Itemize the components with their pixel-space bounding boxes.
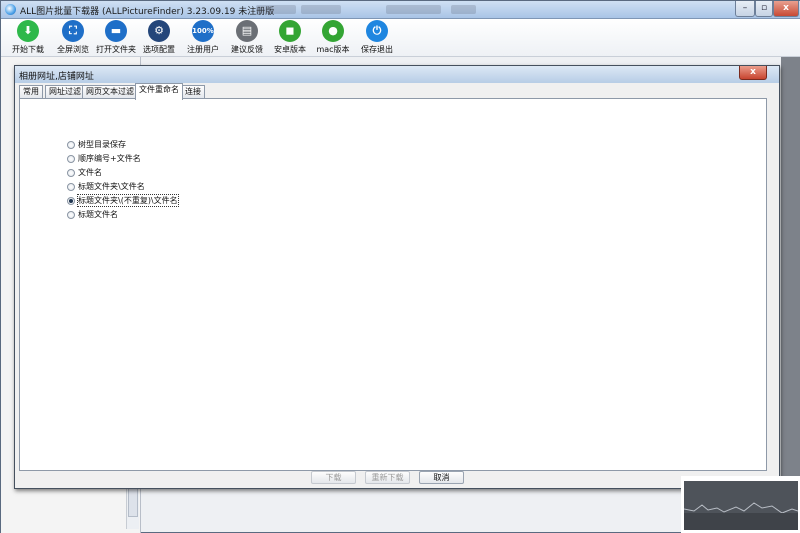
open-folder-button[interactable]: ▬ 打开文件夹 (95, 20, 137, 56)
save-exit-button[interactable]: ⏻ 保存退出 (358, 20, 396, 56)
cancel-button[interactable]: 取消 (419, 471, 464, 484)
toolbar-button-label: 全屏浏览 (57, 45, 89, 54)
title-bar-ghost-text (451, 5, 476, 14)
rename-option-sequence-filename[interactable]: 顺序编号+文件名 (67, 153, 141, 165)
preview-landscape-graphic (684, 502, 798, 530)
image-preview-thumbnail (681, 476, 800, 533)
tab-connection[interactable]: 连接 (181, 85, 205, 99)
feedback-button[interactable]: ▤ 建议反馈 (228, 20, 266, 56)
toolbar-button-label: 开始下载 (12, 45, 44, 54)
start-download-button[interactable]: ⬇ 开始下载 (9, 20, 47, 56)
tab-url-filter[interactable]: 网址过滤 (45, 85, 85, 99)
gear-icon: ⚙ (148, 20, 170, 42)
option-label: 标题文件名 (78, 210, 118, 219)
minimize-button[interactable]: – (735, 1, 755, 17)
fullscreen-browse-button[interactable]: ⛶ 全屏浏览 (53, 20, 93, 56)
radio-button[interactable] (67, 154, 75, 163)
option-label: 树型目录保存 (78, 140, 126, 149)
tab-file-rename[interactable]: 文件重命名 (135, 83, 183, 100)
close-button[interactable]: x (773, 1, 799, 17)
android-icon: ◼ (279, 20, 301, 42)
apple-icon: ● (322, 20, 344, 42)
settings-dialog: 相册网址,店铺网址 x 常用 网址过滤 网页文本过滤 文件重命名 连接 树型目录… (14, 65, 780, 489)
toolbar-button-label: 保存退出 (361, 45, 393, 54)
preview-image (684, 481, 798, 530)
rename-option-title-folder-unique-filename[interactable]: 标题文件夹\(不重复)\文件名 (67, 194, 179, 207)
redownload-button[interactable]: 重新下载 (365, 471, 410, 484)
radio-button[interactable] (67, 140, 75, 149)
window-title: ALL图片批量下载器 (ALLPictureFinder) 3.23.09.19… (20, 7, 275, 17)
right-background-area (781, 57, 800, 477)
chat-icon: ▤ (236, 20, 258, 42)
dialog-title: 相册网址,店铺网址 (19, 72, 94, 82)
option-label: 文件名 (78, 168, 102, 177)
title-bar[interactable]: ALL图片批量下载器 (ALLPictureFinder) 3.23.09.19… (1, 1, 800, 19)
toolbar-button-label: 建议反馈 (231, 45, 263, 54)
mac-version-button[interactable]: ● mac版本 (314, 20, 352, 56)
preview-ground (684, 513, 798, 530)
title-bar-ghost-text (386, 5, 441, 14)
register-user-button[interactable]: 100% 注册用户 (184, 20, 222, 56)
rename-option-filename[interactable]: 文件名 (67, 167, 102, 179)
tab-page-text-filter[interactable]: 网页文本过滤 (82, 85, 138, 99)
title-bar-ghost-text (256, 5, 296, 14)
toolbar: ⬇ 开始下载 ⛶ 全屏浏览 ▬ 打开文件夹 ⚙ 选项配置 100% 注册用户 ▤… (1, 19, 800, 57)
download-icon: ⬇ (17, 20, 39, 42)
radio-button[interactable] (67, 210, 75, 219)
fullscreen-icon: ⛶ (62, 20, 84, 42)
options-config-button[interactable]: ⚙ 选项配置 (140, 20, 178, 56)
badge-100-icon: 100% (192, 20, 214, 42)
tab-general[interactable]: 常用 (19, 85, 43, 99)
maximize-button[interactable]: ▫ (755, 1, 773, 17)
toolbar-button-label: mac版本 (316, 45, 350, 54)
rename-option-title-filename[interactable]: 标题文件名 (67, 209, 118, 221)
radio-button[interactable] (67, 168, 75, 177)
rename-option-title-folder-filename[interactable]: 标题文件夹\文件名 (67, 181, 145, 193)
power-icon: ⏻ (366, 20, 388, 42)
rename-option-tree-directory[interactable]: 树型目录保存 (67, 139, 126, 151)
option-label: 顺序编号+文件名 (78, 154, 141, 163)
download-button[interactable]: 下载 (311, 471, 356, 484)
android-version-button[interactable]: ◼ 安卓版本 (271, 20, 309, 56)
file-rename-panel: 树型目录保存 顺序编号+文件名 文件名 标题文件夹\文件名 标题文件夹\(不重复… (19, 98, 767, 471)
radio-button[interactable] (67, 182, 75, 191)
toolbar-button-label: 选项配置 (143, 45, 175, 54)
toolbar-button-label: 安卓版本 (274, 45, 306, 54)
option-label: 标题文件夹\(不重复)\文件名 (77, 194, 179, 207)
preview-ridge-line (684, 502, 798, 514)
dialog-title-bar[interactable]: 相册网址,店铺网址 x (15, 66, 779, 83)
dialog-close-button[interactable]: x (739, 66, 767, 80)
toolbar-button-label: 注册用户 (187, 45, 219, 54)
toolbar-button-label: 打开文件夹 (96, 45, 136, 54)
dialog-button-bar: 下载 重新下载 取消 (19, 470, 767, 486)
folder-icon: ▬ (105, 20, 127, 42)
title-bar-ghost-text (301, 5, 341, 14)
option-label: 标题文件夹\文件名 (78, 182, 145, 191)
radio-button-selected[interactable] (67, 196, 75, 205)
app-logo-icon (5, 4, 16, 15)
